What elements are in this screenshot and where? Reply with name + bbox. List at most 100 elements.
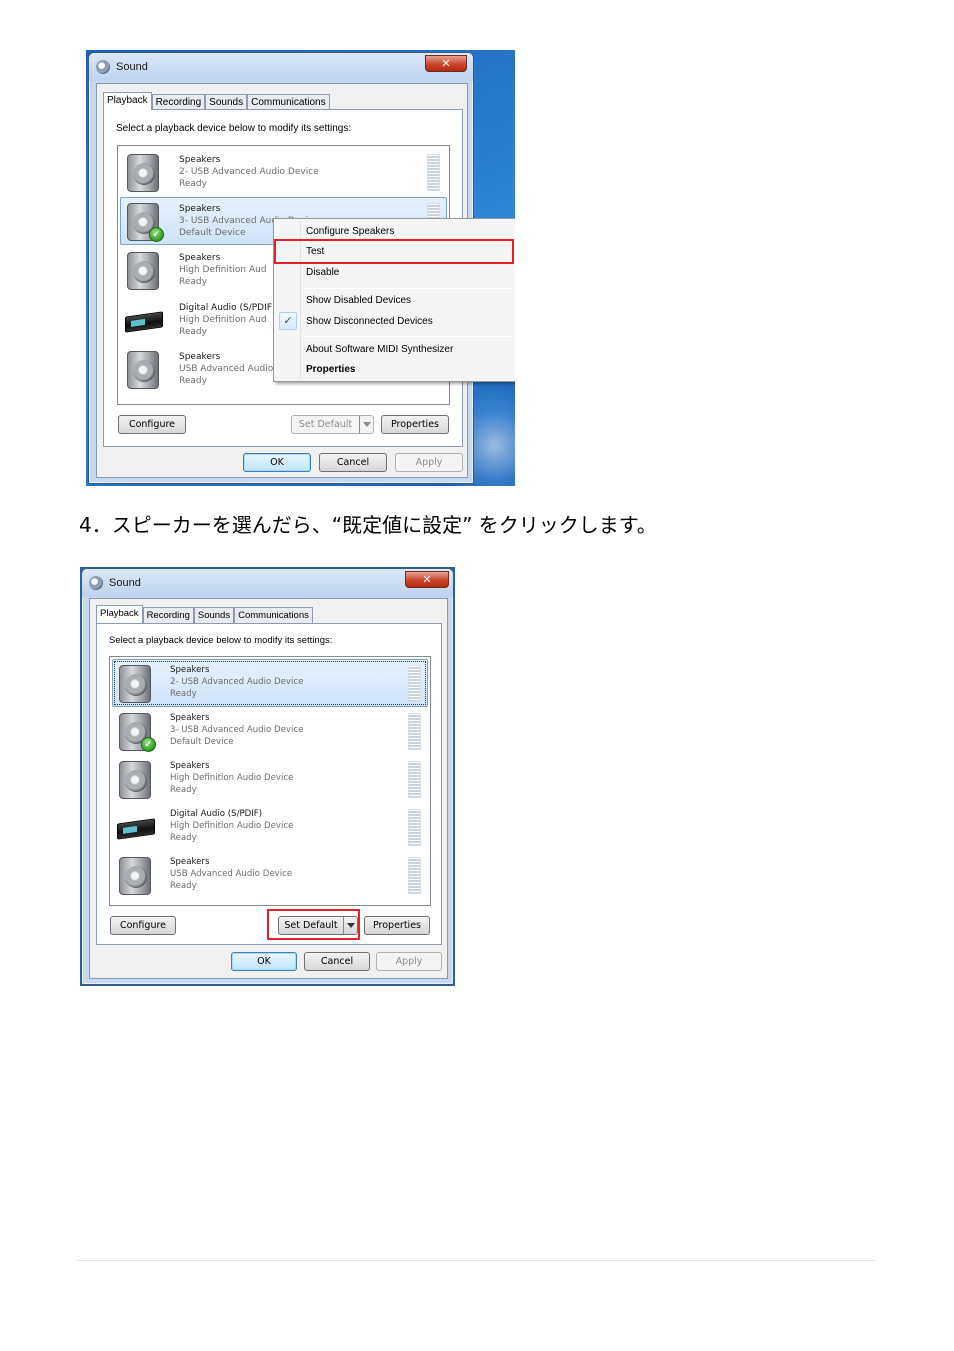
menu-item-properties[interactable]: Properties: [306, 364, 355, 375]
configure-button[interactable]: Configure: [110, 916, 176, 935]
device-detail: 3- USB Advanced Audio Device: [170, 724, 304, 735]
level-meter: [408, 665, 421, 702]
tab-communications[interactable]: Communications: [247, 94, 330, 110]
menu-item-show-disconnected[interactable]: Show Disconnected Devices: [306, 316, 433, 327]
device-detail: High Definition Audio Device: [170, 820, 294, 831]
set-default-label: Set Default: [298, 419, 353, 430]
menu-item-show-disabled[interactable]: Show Disabled Devices: [306, 295, 411, 306]
set-default-label: Set Default: [284, 920, 338, 931]
menu-item-disable[interactable]: Disable: [306, 267, 339, 278]
digital-audio-icon: [125, 302, 163, 340]
tab-communications[interactable]: Communications: [234, 607, 313, 623]
device-detail: High Definition Aud: [179, 265, 267, 275]
menu-item-test[interactable]: Test: [306, 246, 324, 257]
device-detail: USB Advanced Audio Device: [170, 868, 293, 879]
device-detail: USB Advanced Audio: [179, 364, 274, 374]
level-meter: [408, 857, 421, 894]
close-button[interactable]: ✕: [425, 55, 467, 72]
list-item[interactable]: Speakers USB Advanced Audio Device Ready: [112, 851, 428, 899]
set-default-button[interactable]: Set Default: [291, 415, 374, 434]
default-check-icon: ✓: [149, 227, 164, 242]
device-name: Digital Audio (S/PDIF): [170, 809, 263, 819]
digital-audio-icon: [117, 809, 155, 847]
tab-sounds[interactable]: Sounds: [193, 607, 235, 623]
tab-recording[interactable]: Recording: [142, 607, 194, 623]
apply-button[interactable]: Apply: [376, 952, 442, 971]
set-default-button[interactable]: Set Default: [278, 916, 358, 935]
ok-button[interactable]: OK: [231, 952, 297, 971]
tab-strip: Playback Recording Sounds Communications: [103, 92, 330, 110]
window-title: Sound: [116, 61, 148, 73]
playback-panel: Select a playback device below to modify…: [96, 623, 442, 945]
speaker-icon: [125, 154, 161, 192]
list-item[interactable]: Speakers 2- USB Advanced Audio Device Re…: [112, 659, 428, 707]
device-name: Speakers: [170, 713, 210, 723]
list-item[interactable]: Speakers 2- USB Advanced Audio Device Re…: [120, 148, 447, 196]
footer-divider: [77, 1260, 877, 1261]
device-detail: High Definition Aud: [179, 315, 267, 325]
sound-app-icon: [89, 576, 103, 590]
device-name: Speakers: [179, 155, 221, 165]
screenshot-set-default: Sound ✕ Playback Recording Sounds Commun…: [80, 567, 455, 986]
dialog-client-area: Playback Recording Sounds Communications…: [89, 598, 448, 979]
speaker-icon: [117, 761, 153, 799]
device-status: Ready: [179, 327, 207, 337]
tab-playback[interactable]: Playback: [96, 605, 143, 623]
instruction-text: Select a playback device below to modify…: [109, 635, 333, 646]
device-status: Ready: [179, 179, 207, 189]
level-meter: [408, 761, 421, 798]
list-item[interactable]: ✓ Speakers 3- USB Advanced Audio Device …: [112, 707, 428, 755]
device-name: Speakers: [179, 253, 221, 263]
speaker-icon: [117, 665, 153, 703]
device-name: Speakers: [170, 665, 210, 675]
device-status: Ready: [179, 376, 207, 386]
device-name: Speakers: [170, 857, 210, 867]
tab-recording[interactable]: Recording: [151, 94, 206, 110]
instruction-text: Select a playback device below to modify…: [116, 123, 352, 134]
title-bar[interactable]: Sound ✕: [82, 569, 453, 597]
close-button[interactable]: ✕: [405, 571, 449, 588]
properties-button[interactable]: Properties: [364, 916, 430, 935]
device-detail: High Definition Audio Device: [170, 772, 294, 783]
menu-separator: [304, 336, 514, 337]
device-status: Ready: [170, 832, 197, 843]
cancel-button[interactable]: Cancel: [319, 453, 387, 472]
default-check-icon: ✓: [141, 737, 156, 752]
tab-playback[interactable]: Playback: [103, 92, 152, 110]
tab-sounds[interactable]: Sounds: [205, 94, 248, 110]
properties-button[interactable]: Properties: [381, 415, 449, 434]
tab-strip: Playback Recording Sounds Communications: [96, 605, 313, 623]
device-name: Speakers: [170, 761, 210, 771]
sound-dialog: Sound ✕ Playback Recording Sounds Commun…: [81, 568, 454, 985]
menu-separator: [304, 288, 514, 289]
configure-button[interactable]: Configure: [118, 415, 186, 434]
device-status: Ready: [170, 880, 197, 891]
title-bar[interactable]: Sound ✕: [89, 53, 473, 81]
speaker-icon: ✓: [117, 713, 156, 752]
level-meter: [427, 154, 440, 191]
chevron-down-icon[interactable]: [359, 416, 373, 433]
window-title: Sound: [109, 577, 141, 589]
speaker-icon: [117, 857, 153, 895]
device-list[interactable]: Speakers 2- USB Advanced Audio Device Re…: [109, 656, 431, 906]
context-menu: Configure Speakers Test Disable Show Dis…: [273, 218, 515, 382]
device-status: Ready: [179, 277, 207, 287]
device-status: Ready: [170, 784, 197, 795]
apply-button[interactable]: Apply: [395, 453, 463, 472]
ok-button[interactable]: OK: [243, 453, 311, 472]
checkmark-icon: ✓: [279, 312, 297, 330]
sound-app-icon: [96, 60, 110, 74]
cancel-button[interactable]: Cancel: [304, 952, 370, 971]
menu-gutter: [300, 221, 301, 379]
list-item[interactable]: Digital Audio (S/PDIF) High Definition A…: [112, 803, 428, 851]
step-caption: 4．スピーカーを選んだら、“既定値に設定” をクリックします。: [79, 513, 657, 537]
chevron-down-icon[interactable]: [343, 917, 357, 934]
device-status: Ready: [170, 688, 197, 699]
list-item[interactable]: Speakers High Definition Audio Device Re…: [112, 755, 428, 803]
level-meter: [408, 809, 421, 846]
speaker-icon: [125, 351, 161, 389]
menu-item-configure-speakers[interactable]: Configure Speakers: [306, 226, 394, 237]
level-meter: [408, 713, 421, 750]
speaker-icon: [125, 252, 161, 290]
menu-item-about-midi[interactable]: About Software MIDI Synthesizer: [306, 344, 453, 355]
